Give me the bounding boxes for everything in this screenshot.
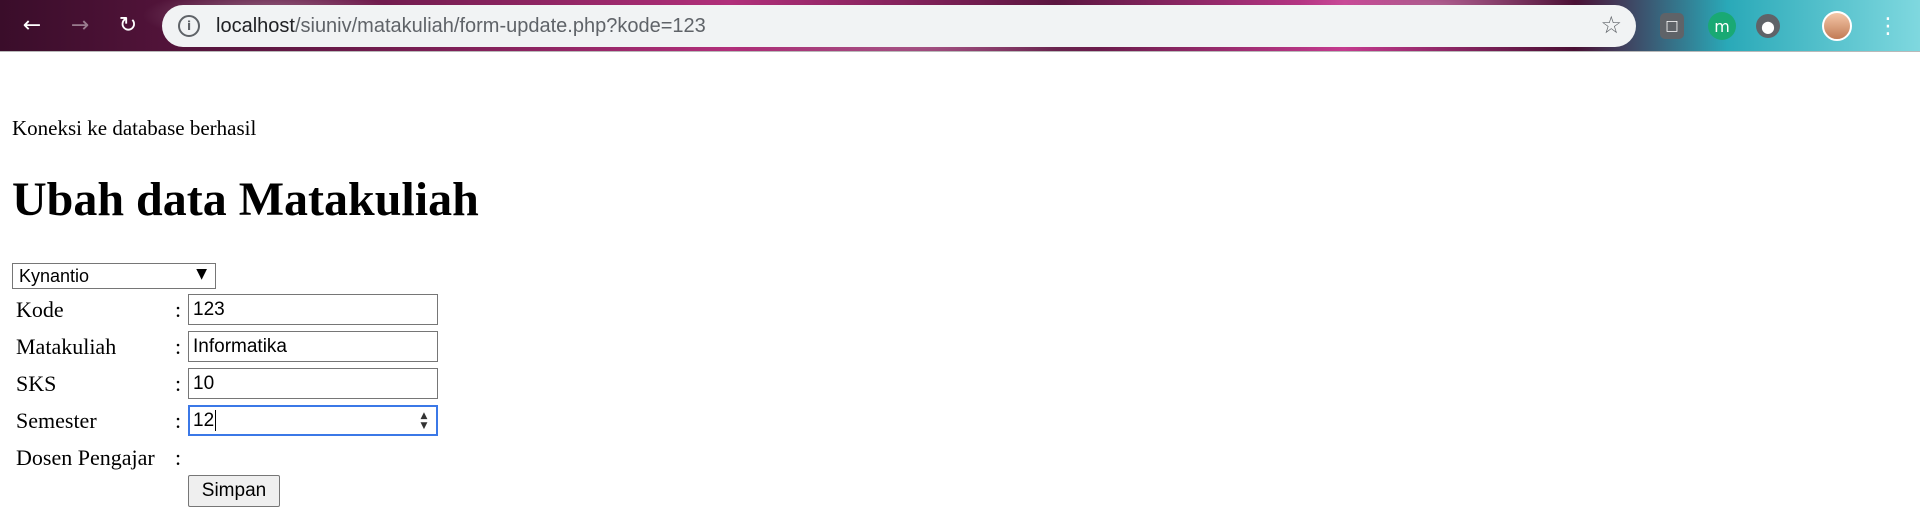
- colon: :: [175, 334, 182, 359]
- semester-label: Semester: [16, 408, 97, 433]
- address-bar[interactable]: i localhost/siuniv/matakuliah/form-updat…: [162, 5, 1636, 47]
- form-row-sks: SKS : 10: [16, 366, 446, 400]
- browser-toolbar: ← → ↻ i localhost/siuniv/matakuliah/form…: [0, 0, 1920, 52]
- url-host: localhost: [216, 14, 295, 37]
- dosen-select[interactable]: Kynantio ▼: [12, 263, 216, 289]
- form-row-dosen: Dosen Pengajar :: [16, 440, 446, 474]
- m-extension-letter: m: [1714, 16, 1730, 36]
- form-row-semester: Semester : 12 ▲ ▼: [16, 403, 446, 437]
- forward-arrow-icon[interactable]: →: [64, 9, 96, 41]
- star-icon[interactable]: ☆: [1600, 11, 1622, 39]
- text-caret: [215, 410, 217, 431]
- simpan-button[interactable]: Simpan: [188, 475, 280, 507]
- back-arrow-icon[interactable]: ←: [16, 9, 48, 41]
- sks-label: SKS: [16, 371, 57, 396]
- page-title: Ubah data Matakuliah: [12, 173, 479, 226]
- info-icon[interactable]: i: [178, 15, 200, 37]
- m-extension-icon[interactable]: m: [1708, 12, 1736, 40]
- colon: :: [175, 371, 182, 396]
- shopping-bag-icon[interactable]: □: [1660, 13, 1684, 39]
- url-path: /siuniv/matakuliah/form-update.php?kode=…: [294, 14, 706, 37]
- dosen-select-value: Kynantio: [19, 265, 90, 286]
- reload-icon[interactable]: ↻: [112, 9, 144, 41]
- colon: :: [175, 297, 182, 322]
- form-row-matakuliah: Matakuliah : Informatika: [16, 329, 446, 363]
- avatar-icon[interactable]: [1822, 11, 1852, 41]
- dropdown-arrow-icon: ▼: [196, 266, 207, 282]
- colon: :: [175, 408, 182, 433]
- matakuliah-label: Matakuliah: [16, 334, 117, 359]
- connection-status: Koneksi ke database berhasil: [12, 116, 257, 140]
- semester-input[interactable]: 12 ▲ ▼: [188, 405, 438, 436]
- form-row-kode: Kode : 123: [16, 292, 446, 326]
- dosen-label: Dosen Pengajar: [16, 445, 155, 470]
- sks-input[interactable]: 10: [188, 368, 438, 399]
- semester-value: 12: [193, 409, 215, 431]
- password-key-icon[interactable]: ●: [1756, 14, 1780, 38]
- spinner-icon[interactable]: ▲ ▼: [418, 411, 430, 431]
- colon: :: [175, 445, 182, 470]
- matakuliah-input[interactable]: Informatika: [188, 331, 438, 362]
- kode-input[interactable]: 123: [188, 294, 438, 325]
- kode-label: Kode: [16, 297, 64, 322]
- url-text[interactable]: localhost/siuniv/matakuliah/form-update.…: [216, 15, 706, 38]
- kebab-menu-icon[interactable]: ⋮: [1877, 12, 1899, 40]
